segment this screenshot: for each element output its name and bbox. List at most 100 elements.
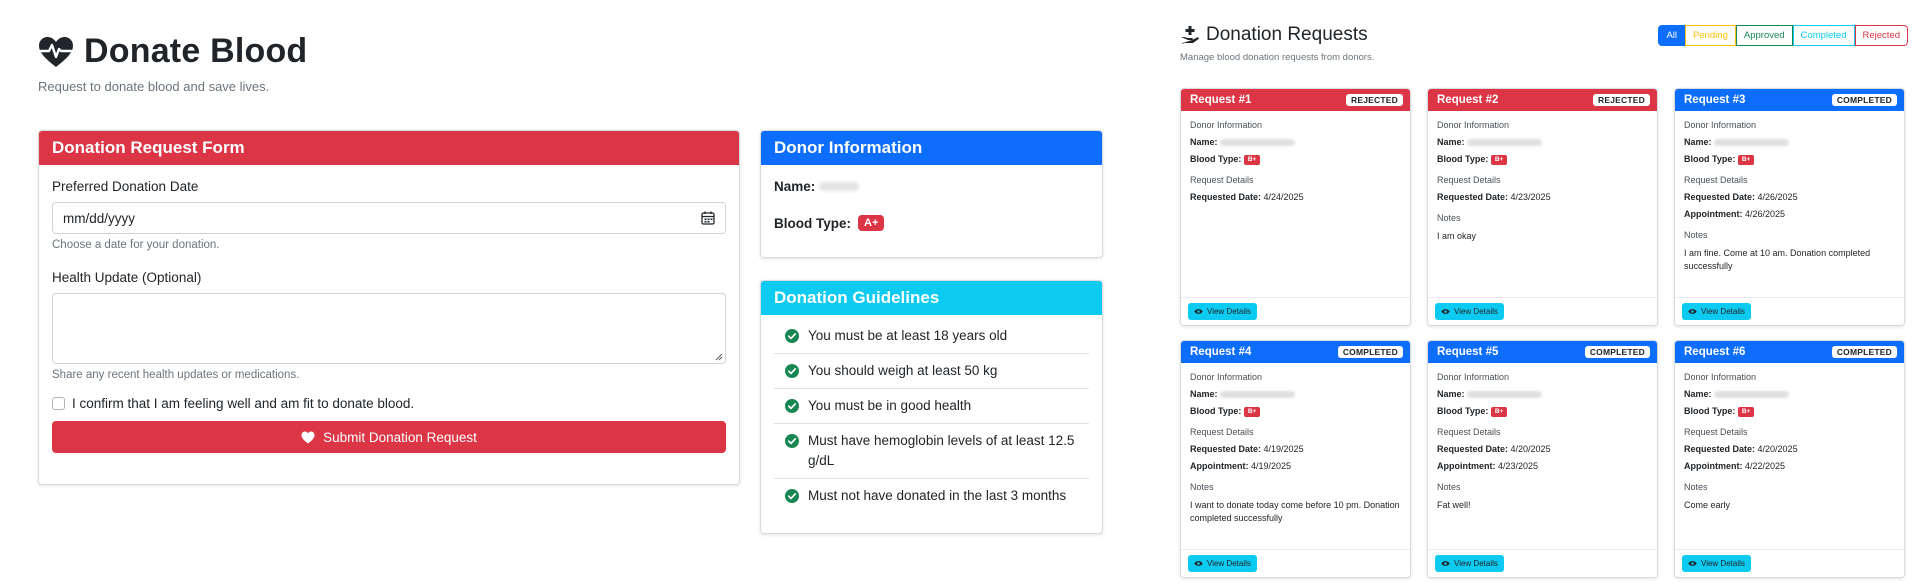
page-subtitle: Request to donate blood and save lives. — [38, 79, 270, 94]
blood-type-label: Blood Type: — [1190, 406, 1242, 416]
appointment-row: Appointment: 4/23/2025 — [1437, 458, 1648, 475]
page-heading: Donate Blood — [84, 32, 308, 70]
requested-date-value: 4/24/2025 — [1263, 192, 1304, 202]
guideline-item: You must be at least 18 years old — [774, 319, 1089, 354]
request-card-footer: View Details — [1428, 549, 1657, 577]
request-title: Request #4 — [1190, 346, 1252, 358]
donation-date-input[interactable]: mm/dd/yyyy — [52, 202, 726, 234]
date-label: Preferred Donation Date — [52, 179, 199, 194]
status-badge: COMPLETED — [1337, 346, 1403, 358]
blood-type-label: Blood Type: — [1684, 154, 1736, 164]
donor-name-redacted — [1714, 139, 1790, 147]
filter-pending[interactable]: Pending — [1685, 25, 1736, 46]
requested-date-row: Requested Date: 4/26/2025 — [1684, 189, 1895, 206]
requested-date-label: Requested Date: — [1684, 192, 1756, 202]
date-help: Choose a date for your donation. — [52, 239, 220, 251]
donor-name-row: Name: — [1684, 134, 1895, 151]
requested-date-label: Requested Date: — [1437, 192, 1509, 202]
request-card: Request #2 REJECTED Donor Information Name:… — [1427, 88, 1658, 326]
donor-name-redacted — [1467, 139, 1543, 147]
request-card-footer: View Details — [1675, 297, 1904, 325]
request-card: Request #1 REJECTED Donor Information Name:… — [1180, 88, 1411, 326]
view-details-button[interactable]: View Details — [1682, 555, 1751, 572]
donor-name-redacted — [1220, 139, 1296, 147]
appointment-row: Appointment: 4/22/2025 — [1684, 458, 1895, 475]
donor-name-redacted — [1714, 391, 1790, 399]
requested-date-row: Requested Date: 4/20/2025 — [1437, 441, 1648, 458]
name-label: Name: — [1437, 137, 1465, 147]
guidelines-header: Donation Guidelines — [761, 281, 1102, 315]
request-card: Request #3 COMPLETED Donor Information Name… — [1674, 88, 1905, 326]
health-update-textarea[interactable] — [52, 293, 726, 364]
guideline-text: You must be in good health — [808, 398, 972, 413]
appointment-value: 4/19/2025 — [1251, 461, 1292, 471]
donor-name-row: Name: — [1190, 386, 1401, 403]
appointment-label: Appointment: — [1190, 461, 1249, 471]
donor-name-row: Name: — [1437, 386, 1648, 403]
donor-name-row: Name: — [774, 179, 1089, 194]
request-card: Request #6 COMPLETED Donor Information Name… — [1674, 340, 1905, 578]
view-details-button[interactable]: View Details — [1435, 303, 1504, 320]
check-circle-icon — [785, 364, 799, 378]
filter-all[interactable]: All — [1658, 25, 1685, 46]
guidelines-list: You must be at least 18 years old You sho… — [761, 315, 1102, 513]
request-card-header: Request #2 REJECTED — [1428, 89, 1657, 111]
donation-requests-panel: Donation Requests Manage blood donation … — [1180, 0, 1908, 584]
filter-completed[interactable]: Completed — [1792, 25, 1855, 46]
blood-type-badge: B+ — [1243, 154, 1261, 165]
confirm-row: I confirm that I am feeling well and am … — [52, 396, 726, 411]
request-card-footer: View Details — [1181, 549, 1410, 577]
status-badge: COMPLETED — [1831, 94, 1897, 106]
donation-guidelines-card: Donation Guidelines You must be at least… — [760, 280, 1103, 534]
form-header: Donation Request Form — [39, 131, 739, 165]
blood-type-row: Blood Type: B+ — [1684, 403, 1895, 420]
filter-approved[interactable]: Approved — [1735, 25, 1793, 46]
requests-subtitle: Manage blood donation requests from dono… — [1180, 52, 1375, 63]
eye-icon — [1194, 561, 1203, 566]
view-details-button[interactable]: View Details — [1188, 555, 1257, 572]
filter-rejected[interactable]: Rejected — [1854, 25, 1908, 46]
name-label: Name: — [1190, 137, 1218, 147]
request-details-heading: Request Details — [1190, 427, 1254, 437]
request-card-footer: View Details — [1428, 297, 1657, 325]
notes-heading: Notes — [1190, 482, 1214, 492]
submit-donation-button[interactable]: Submit Donation Request — [52, 421, 726, 453]
requested-date-value: 4/19/2025 — [1263, 444, 1304, 454]
donor-name-redacted — [1467, 391, 1543, 399]
eye-icon — [1194, 309, 1203, 314]
blood-type-label: Blood Type: — [1437, 406, 1489, 416]
blood-type-row: Blood Type: B+ — [1684, 151, 1895, 168]
guideline-text: You should weigh at least 50 kg — [808, 363, 998, 378]
guideline-item: Must have hemoglobin levels of at least … — [774, 424, 1089, 479]
view-details-label: View Details — [1207, 307, 1251, 316]
confirm-checkbox[interactable] — [52, 397, 65, 410]
donor-name-row: Name: — [1437, 134, 1648, 151]
view-details-button[interactable]: View Details — [1435, 555, 1504, 572]
blood-type-badge: B+ — [1243, 406, 1261, 417]
check-circle-icon — [785, 329, 799, 343]
notes-heading: Notes — [1684, 230, 1708, 240]
requests-title: Donation Requests — [1180, 24, 1368, 46]
view-details-button[interactable]: View Details — [1682, 303, 1751, 320]
guideline-text: Must have hemoglobin levels of at least … — [808, 433, 1075, 468]
notes-text: Come early — [1684, 500, 1731, 510]
view-details-button[interactable]: View Details — [1188, 303, 1257, 320]
status-badge: REJECTED — [1346, 94, 1403, 106]
view-details-label: View Details — [1454, 307, 1498, 316]
appointment-value: 4/22/2025 — [1745, 461, 1786, 471]
notes-heading: Notes — [1684, 482, 1708, 492]
guideline-text: You must be at least 18 years old — [808, 328, 1008, 343]
eye-icon — [1688, 309, 1697, 314]
calendar-icon[interactable] — [701, 211, 715, 225]
notes-text: I am okay — [1437, 231, 1477, 241]
request-card: Request #5 COMPLETED Donor Information Name… — [1427, 340, 1658, 578]
requested-date-value: 4/26/2025 — [1757, 192, 1798, 202]
name-label: Name: — [1684, 389, 1712, 399]
resize-grip-icon[interactable] — [715, 353, 723, 361]
request-title: Request #3 — [1684, 94, 1746, 106]
request-card-header: Request #5 COMPLETED — [1428, 341, 1657, 363]
request-details-heading: Request Details — [1437, 175, 1501, 185]
requested-date-row: Requested Date: 4/23/2025 — [1437, 189, 1648, 206]
notes-text: Fat well! — [1437, 500, 1471, 510]
confirm-label[interactable]: I confirm that I am feeling well and am … — [72, 396, 414, 411]
